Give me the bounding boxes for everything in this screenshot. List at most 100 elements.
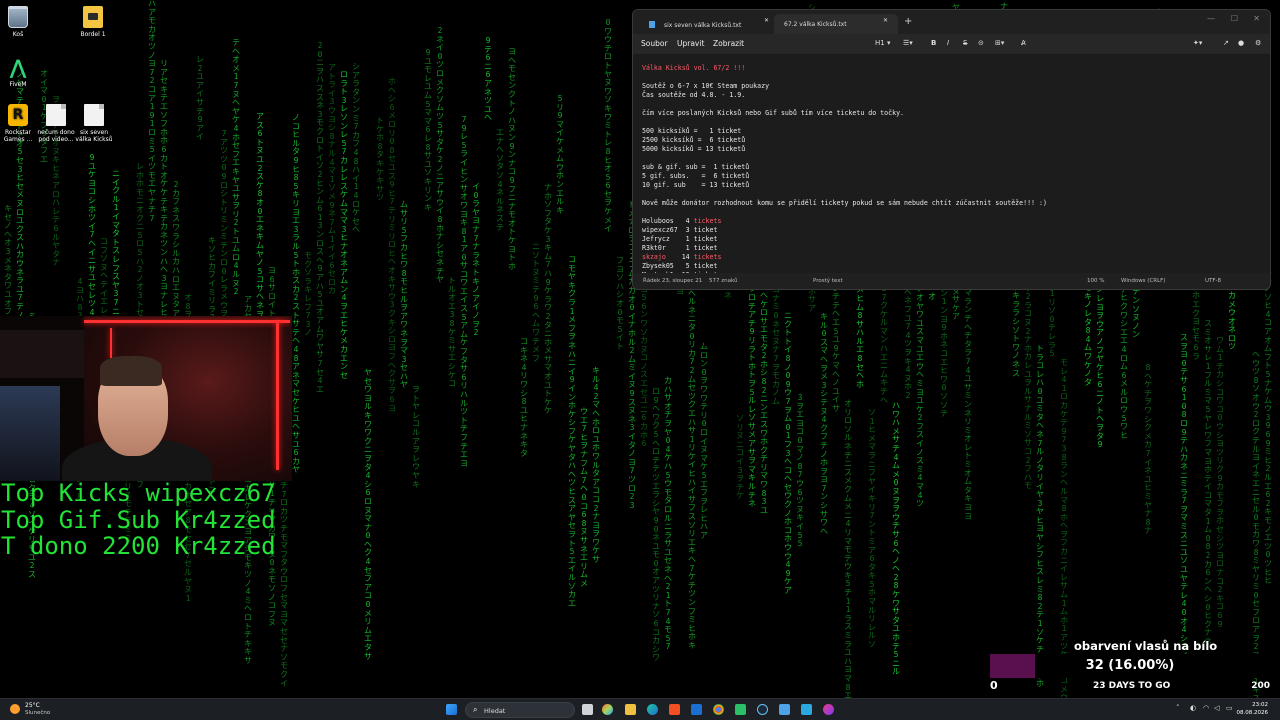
telegram-icon[interactable] [801, 704, 812, 715]
tab-six-seven[interactable]: six seven válka Kicksů.txt [639, 14, 767, 34]
document-line: 500 kicksíků = 1 ticket [642, 127, 742, 135]
menu-soubor[interactable]: Soubor [641, 39, 668, 48]
tray-app-icon[interactable]: ◐ [1190, 704, 1196, 712]
text-editor[interactable]: Válka Kicksů vol. 67/2 !!! Soutěž o 6-7 x… [633, 54, 1270, 279]
menu-zobrazit[interactable]: Zobrazit [713, 39, 744, 48]
title-bar[interactable]: six seven válka Kicksů.txt ✕ 67.2 válka … [633, 10, 1270, 34]
zoom-level[interactable]: 100 % [1087, 278, 1104, 284]
document-line: R3kt0r 1 ticket [642, 244, 1047, 253]
outlook-icon[interactable] [691, 704, 702, 715]
sun-icon[interactable] [10, 704, 20, 714]
minimize-icon[interactable]: — [1207, 14, 1215, 23]
rockstar-icon: R [8, 104, 28, 126]
battery-icon[interactable]: ▭ [1226, 704, 1233, 712]
menu-upravit[interactable]: Upravit [677, 39, 704, 48]
matrix-column: ロ ラ ト 3 レ ソ ン レ 5 7 カ レ レ ス ケ ム マ マ 3 ヒ … [340, 70, 348, 380]
maximize-icon[interactable]: ☐ [1231, 14, 1238, 23]
matrix-column: ヘ ケ ロ サ エ モ タ 2 ホ シ 8 2 ニ ン エ ス ワ ホ ク チ … [760, 291, 768, 515]
document-text[interactable]: Válka Kicksů vol. 67/2 !!! Soutěž o 6-7 x… [642, 64, 1047, 280]
close-window-icon[interactable]: ✕ [1253, 14, 1260, 23]
top-gif-sub-label: Top Gif.Sub Kr4zzed [1, 505, 276, 534]
status-bar: Řádek 23, sloupec 21 577 znaků Prostý te… [633, 273, 1270, 289]
encoding: UTF-8 [1205, 278, 1222, 284]
bold-icon[interactable]: B [931, 39, 936, 47]
task-view-icon[interactable] [582, 704, 593, 715]
close-tab-icon[interactable]: ✕ [883, 17, 888, 24]
matrix-column: ヲ ト ヤ レ コ ル ア ヲ レ ウ ヤ キ [412, 385, 420, 489]
document-line: Soutěž o 6-7 x 10€ Steam poukazy [642, 82, 770, 90]
chrome-icon[interactable] [713, 704, 724, 715]
italic-icon[interactable]: I [947, 39, 949, 47]
matrix-column: ム ロ ン 0 ヲ ワ ワ テ リ 0 ロ イ ヌ マ ケ 5 エ フ ヲ レ … [700, 342, 708, 541]
new-tab-icon[interactable]: + [904, 16, 912, 27]
ticket-unit: ticket [689, 226, 718, 234]
ticket-count: 3 [677, 226, 690, 234]
goal-title: obarvení vlasů na bílo [1074, 639, 1218, 653]
matrix-column: ノ コ ヒ ル タ 9 ヒ 8 5 キ リ ヨ エ 3 ラ ル 5 ト ホ ス … [292, 113, 300, 475]
matrix-column: ム サ リ 5 フ カ ヒ ワ 8 モ ヒ ル ヲ ア ワ ネ ヲ マ 3 セ … [400, 200, 408, 390]
edge-icon[interactable] [647, 704, 658, 715]
document-line: čím více poslaných Kicksů nebo Gif subů … [642, 109, 905, 117]
matrix-column: ロ 9 ヘ ワ ク 5 ヘ ロ チ テ ツ エ ラ シ ヤ 9 0 ネ ユ モ … [652, 387, 660, 663]
led-strip-left [110, 328, 112, 358]
ticket-count: 5 [673, 262, 690, 270]
document-line [642, 100, 1047, 109]
tray-overflow-icon[interactable]: ˄ [1176, 704, 1180, 712]
document-line [642, 118, 1047, 127]
desktop-icon-recycle-bin[interactable]: Koš [0, 6, 40, 38]
desktop-icon-bordel-folder[interactable]: Bordel 1 [71, 6, 115, 38]
settings-icon[interactable]: ⚙ [1255, 39, 1261, 47]
strikethrough-icon[interactable]: S [963, 39, 967, 47]
xbox-icon[interactable] [735, 704, 746, 715]
table-icon[interactable]: ⊞▾ [995, 39, 1004, 47]
desktop-icon-six-seven[interactable]: six seven válka Kicksů [72, 104, 116, 143]
tab-67-2[interactable]: 67.2 válka Kicksů.txt [774, 14, 898, 34]
document-line: 2500 kicksíků = 6 ticketů [642, 136, 746, 144]
notepad-icon[interactable] [779, 704, 790, 715]
streaming-app-icon[interactable] [823, 704, 834, 715]
account-icon[interactable]: ● [1238, 39, 1244, 47]
copilot-icon[interactable]: ✦▾ [1193, 39, 1202, 47]
document-line: Čas soutěže od 4.8. - 1.9. [642, 91, 746, 99]
weather-temperature[interactable]: 25°C [25, 702, 40, 709]
share-icon[interactable]: ↗ [1223, 39, 1229, 47]
goal-progress-bar: 32 (16.00%) [988, 654, 1280, 678]
clear-format-icon[interactable]: A̷ [1021, 39, 1026, 47]
link-icon[interactable]: ⊝ [978, 39, 984, 47]
clock-date[interactable]: 08.08.2026 [1237, 710, 1269, 716]
weather-description[interactable]: Slunečno [25, 710, 50, 716]
document-line: sub & gif. sub = 1 ticketů [642, 163, 750, 171]
char-count: 577 znaků [709, 278, 738, 284]
matrix-column: ト ケ ホ 8 タ キ ケ キ サ ツ [376, 116, 384, 203]
close-tab-icon[interactable]: ✕ [764, 17, 769, 24]
matrix-column: ニ イ ク ル 1 イ マ タ ト ス レ フ ス ヤ 3 7 ニ [112, 169, 120, 316]
clock-time[interactable]: 23:02 [1252, 702, 1268, 708]
taskbar-search[interactable]: ⌕ Hledat [465, 702, 575, 718]
document-line [642, 208, 1047, 217]
copilot-app-icon[interactable] [602, 704, 613, 715]
top-kicks-label: Top Kicks wipexcz67 [1, 479, 276, 507]
notepad-window[interactable]: six seven válka Kicksů.txt ✕ 67.2 válka … [632, 9, 1271, 290]
heading-dropdown[interactable]: H1 ▾ [875, 39, 890, 47]
fivem-icon: ⋀ [9, 55, 27, 79]
recycle-bin-icon [8, 6, 28, 28]
matrix-column: チ ヘ ル ネ ニ タ 0 リ カ 7 2 ム セ ツ ク エ ハ サ 1 リ … [688, 280, 696, 650]
document-icon [84, 104, 104, 126]
goal-max: 200 [1251, 681, 1270, 691]
matrix-column: 5 リ 9 マ イ ケ メ ム ウ ホ ン エ ル キ [556, 94, 564, 215]
matrix-column: シ ア ラ タ ン ン ミ 7 カ フ 4 8 ハ イ 1 4 ロ ケ セ ヘ [352, 62, 360, 235]
list-icon[interactable]: ☰▾ [903, 39, 913, 47]
volume-icon[interactable]: ◁ [1214, 704, 1219, 712]
steam-icon[interactable] [757, 704, 768, 715]
microsoft-store-icon[interactable] [669, 704, 680, 715]
desktop-icon-fivem[interactable]: ⋀ FiveM [0, 56, 40, 88]
matrix-column: ニ ク ト ト イ 8 ノ 0 9 ウ 7 ヲ ム 0 1 フ 3 ヘ コ ヘ … [784, 311, 792, 595]
start-icon[interactable] [446, 704, 457, 715]
entrant-name: Jefrycz [642, 235, 670, 243]
file-explorer-icon[interactable] [625, 704, 636, 715]
entrant-name: skzajo [642, 253, 666, 261]
matrix-column: リ ア セ キ テ エ ソ フ ホ ホ 6 カ ト オ ケ ケ テ キ テ カ … [160, 59, 168, 343]
matrix-column: ウ エ 7 ヒ ヲ ナ フ ム 7 ヘ 0 コ 6 8 ヌ サ ネ エ リ ム … [580, 407, 588, 588]
goal-value: 32 (16.00%) [1085, 658, 1175, 673]
wifi-icon[interactable]: ◠ [1203, 704, 1209, 712]
